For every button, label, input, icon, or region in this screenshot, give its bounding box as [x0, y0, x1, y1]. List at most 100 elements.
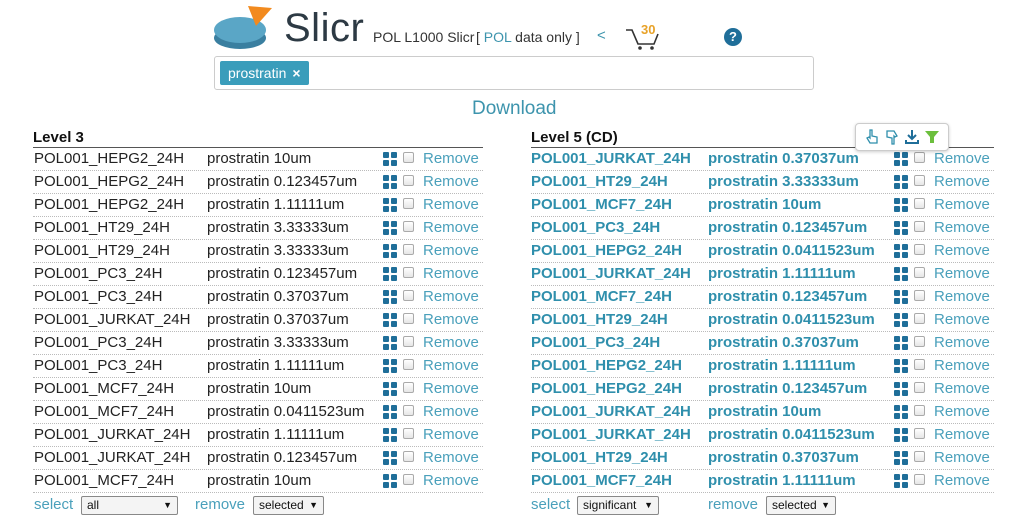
row-checkbox[interactable]: [403, 152, 414, 163]
row-checkbox[interactable]: [403, 474, 414, 485]
grid-icon[interactable]: [383, 221, 397, 235]
remove-button[interactable]: Remove: [934, 309, 990, 331]
grid-icon[interactable]: [894, 198, 908, 212]
remove-button[interactable]: Remove: [934, 240, 990, 262]
tag-remove-icon[interactable]: ×: [292, 65, 300, 81]
remove-button[interactable]: Remove: [934, 148, 990, 170]
hand-pointer-down-icon[interactable]: [884, 128, 900, 146]
row-checkbox[interactable]: [914, 359, 925, 370]
select-label[interactable]: select: [531, 496, 570, 513]
grid-icon[interactable]: [894, 152, 908, 166]
remove-button[interactable]: Remove: [934, 217, 990, 239]
sample-id[interactable]: POL001_HT29_24H: [531, 309, 668, 331]
grid-icon[interactable]: [383, 290, 397, 304]
select-label[interactable]: select: [34, 496, 73, 513]
remove-button[interactable]: Remove: [423, 424, 479, 446]
row-checkbox[interactable]: [914, 474, 925, 485]
grid-icon[interactable]: [894, 359, 908, 373]
search-input[interactable]: prostratin ×: [214, 56, 814, 90]
sample-id[interactable]: POL001_HEPG2_24H: [531, 378, 682, 400]
sample-id[interactable]: POL001_HEPG2_24H: [531, 240, 682, 262]
row-checkbox[interactable]: [914, 428, 925, 439]
remove-button[interactable]: Remove: [423, 447, 479, 469]
remove-button[interactable]: Remove: [934, 378, 990, 400]
row-checkbox[interactable]: [914, 313, 925, 324]
row-checkbox[interactable]: [403, 244, 414, 255]
row-checkbox[interactable]: [914, 221, 925, 232]
remove-button[interactable]: Remove: [423, 148, 479, 170]
sample-id[interactable]: POL001_JURKAT_24H: [531, 401, 691, 423]
grid-icon[interactable]: [383, 336, 397, 350]
grid-icon[interactable]: [383, 198, 397, 212]
grid-icon[interactable]: [383, 267, 397, 281]
grid-icon[interactable]: [894, 405, 908, 419]
remove-button[interactable]: Remove: [934, 332, 990, 354]
remove-button[interactable]: Remove: [423, 401, 479, 423]
grid-icon[interactable]: [894, 221, 908, 235]
row-checkbox[interactable]: [914, 290, 925, 301]
sample-id[interactable]: POL001_JURKAT_24H: [531, 263, 691, 285]
grid-icon[interactable]: [894, 382, 908, 396]
row-checkbox[interactable]: [914, 152, 925, 163]
sample-id[interactable]: POL001_JURKAT_24H: [531, 148, 691, 170]
row-checkbox[interactable]: [403, 359, 414, 370]
remove-button[interactable]: Remove: [934, 263, 990, 285]
remove-button[interactable]: Remove: [934, 470, 990, 492]
remove-button[interactable]: Remove: [934, 355, 990, 377]
remove-button[interactable]: Remove: [423, 240, 479, 262]
row-checkbox[interactable]: [403, 382, 414, 393]
row-checkbox[interactable]: [914, 244, 925, 255]
download-icon[interactable]: [904, 128, 920, 146]
sample-id[interactable]: POL001_HT29_24H: [531, 447, 668, 469]
sample-id[interactable]: POL001_PC3_24H: [531, 332, 660, 354]
row-checkbox[interactable]: [403, 336, 414, 347]
grid-icon[interactable]: [894, 428, 908, 442]
remove-button[interactable]: Remove: [934, 401, 990, 423]
row-checkbox[interactable]: [403, 267, 414, 278]
grid-icon[interactable]: [894, 313, 908, 327]
grid-icon[interactable]: [383, 313, 397, 327]
sample-id[interactable]: POL001_MCF7_24H: [531, 194, 672, 216]
row-checkbox[interactable]: [914, 451, 925, 462]
grid-icon[interactable]: [894, 451, 908, 465]
remove-button[interactable]: Remove: [423, 217, 479, 239]
grid-icon[interactable]: [383, 474, 397, 488]
remove-button[interactable]: Remove: [423, 332, 479, 354]
back-link[interactable]: <: [597, 27, 606, 44]
row-checkbox[interactable]: [403, 175, 414, 186]
sample-id[interactable]: POL001_PC3_24H: [531, 217, 660, 239]
row-checkbox[interactable]: [914, 405, 925, 416]
grid-icon[interactable]: [894, 474, 908, 488]
select-dropdown[interactable]: significant ▼: [577, 496, 659, 515]
select-dropdown[interactable]: all ▼: [81, 496, 178, 515]
hand-pointer-up-icon[interactable]: [864, 128, 880, 146]
sample-id[interactable]: POL001_HT29_24H: [531, 171, 668, 193]
grid-icon[interactable]: [894, 336, 908, 350]
row-checkbox[interactable]: [914, 198, 925, 209]
filter-icon[interactable]: [924, 128, 940, 146]
grid-icon[interactable]: [383, 428, 397, 442]
remove-label[interactable]: remove: [708, 496, 758, 513]
row-checkbox[interactable]: [403, 451, 414, 462]
row-checkbox[interactable]: [403, 428, 414, 439]
grid-icon[interactable]: [894, 267, 908, 281]
remove-button[interactable]: Remove: [934, 194, 990, 216]
remove-button[interactable]: Remove: [423, 263, 479, 285]
grid-icon[interactable]: [894, 175, 908, 189]
row-checkbox[interactable]: [403, 290, 414, 301]
remove-button[interactable]: Remove: [934, 171, 990, 193]
grid-icon[interactable]: [383, 405, 397, 419]
remove-button[interactable]: Remove: [934, 424, 990, 446]
remove-button[interactable]: Remove: [423, 171, 479, 193]
row-checkbox[interactable]: [914, 336, 925, 347]
remove-button[interactable]: Remove: [423, 470, 479, 492]
sample-id[interactable]: POL001_JURKAT_24H: [531, 424, 691, 446]
remove-button[interactable]: Remove: [423, 355, 479, 377]
row-checkbox[interactable]: [403, 198, 414, 209]
row-checkbox[interactable]: [914, 382, 925, 393]
remove-dropdown[interactable]: selected ▼: [766, 496, 836, 515]
grid-icon[interactable]: [383, 152, 397, 166]
row-checkbox[interactable]: [914, 175, 925, 186]
remove-button[interactable]: Remove: [423, 194, 479, 216]
row-checkbox[interactable]: [403, 313, 414, 324]
